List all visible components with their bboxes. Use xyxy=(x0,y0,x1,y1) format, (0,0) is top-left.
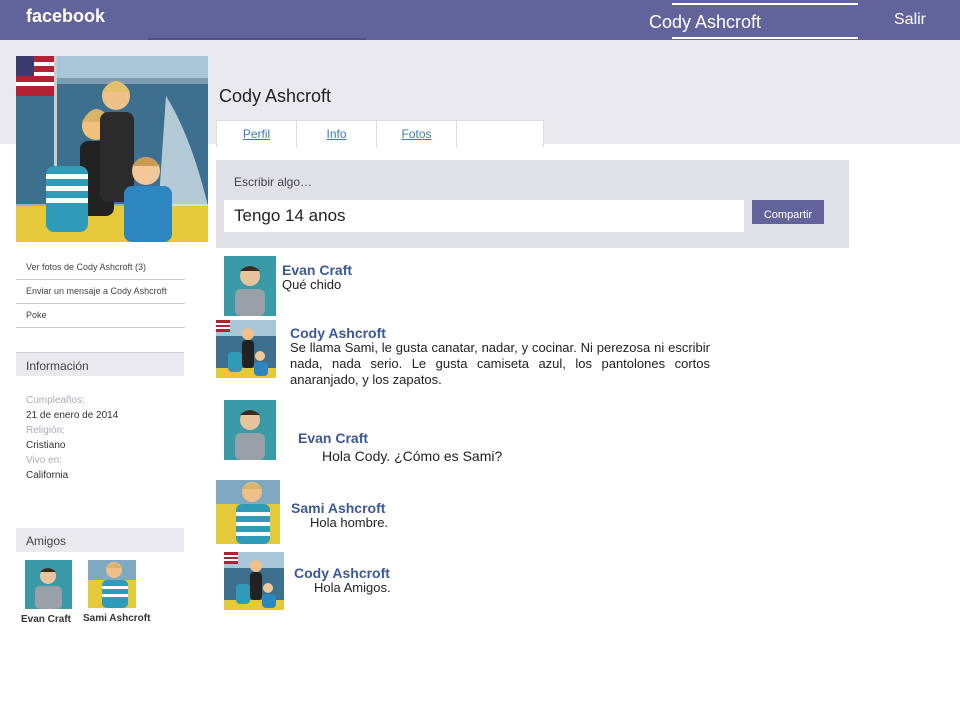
post-avatar[interactable] xyxy=(216,480,280,544)
logout-link[interactable]: Salir xyxy=(894,11,926,29)
info-birthday-value: 21 de enero de 2014 xyxy=(26,410,119,421)
friend-name-evan[interactable]: Evan Craft xyxy=(21,614,71,625)
evan-avatar-image xyxy=(224,256,276,316)
current-user-link[interactable]: Cody Ashcroft xyxy=(649,3,858,39)
post-author[interactable]: Cody Ashcroft xyxy=(294,565,390,581)
post-avatar[interactable] xyxy=(224,256,276,316)
profile-tabs: Perfil Info Fotos xyxy=(216,120,544,148)
view-photos-link[interactable]: Ver fotos de Cody Ashcroft (3) xyxy=(16,256,185,280)
post-text: Se llama Sami, le gusta canatar, nadar, … xyxy=(290,340,710,387)
post-text: Qué chido xyxy=(282,277,342,292)
friend-avatar-evan[interactable] xyxy=(25,560,72,609)
share-button[interactable]: Compartir xyxy=(752,200,824,224)
tab-fotos[interactable]: Fotos xyxy=(377,121,457,148)
status-composer: Escribir algo… Compartir xyxy=(216,160,849,248)
profile-photo-image xyxy=(16,56,208,242)
post-author[interactable]: Evan Craft xyxy=(298,430,368,446)
info-location-value: California xyxy=(26,470,69,481)
evan-avatar-image xyxy=(25,560,72,609)
info-location-label: Vivo en: xyxy=(26,455,62,466)
evan-avatar-image xyxy=(224,400,276,460)
sami-avatar-image xyxy=(88,560,136,608)
profile-name: Cody Ashcroft xyxy=(219,86,332,106)
cody-avatar-image xyxy=(224,552,284,610)
tab-empty[interactable] xyxy=(457,121,543,148)
post-avatar[interactable] xyxy=(224,552,284,610)
current-user-name[interactable]: Cody Ashcroft xyxy=(649,12,761,33)
send-message-link[interactable]: Enviar un mensaje a Cody Ashcroft xyxy=(16,280,185,304)
friend-name-sami[interactable]: Sami Ashcroft xyxy=(83,613,150,624)
tab-info[interactable]: Info xyxy=(297,121,377,148)
tab-perfil[interactable]: Perfil xyxy=(217,121,297,148)
friends-section-header: Amigos xyxy=(16,528,184,552)
sidebar-links: Ver fotos de Cody Ashcroft (3) Enviar un… xyxy=(16,256,185,328)
top-bar: facebook Cody Ashcroft Salir xyxy=(0,0,960,41)
info-religion-label: Religión: xyxy=(26,425,65,436)
composer-label: Escribir algo… xyxy=(234,175,313,189)
friend-avatar-sami[interactable] xyxy=(88,560,136,608)
info-list: Cumpleaños: 21 de enero de 2014 Religión… xyxy=(26,393,118,483)
post-author[interactable]: Cody Ashcroft xyxy=(290,325,386,341)
post-author[interactable]: Sami Ashcroft xyxy=(291,500,385,516)
facebook-logo[interactable]: facebook xyxy=(26,6,105,27)
post-text: Hola hombre. xyxy=(310,515,389,530)
post-text: Hola Cody. ¿Cómo es Sami? xyxy=(322,448,503,464)
info-religion-value: Cristiano xyxy=(26,440,66,451)
status-input[interactable] xyxy=(224,200,744,232)
info-birthday-label: Cumpleaños: xyxy=(26,395,85,406)
poke-link[interactable]: Poke xyxy=(16,304,185,328)
post-author[interactable]: Evan Craft xyxy=(282,262,352,278)
post-avatar[interactable] xyxy=(224,400,276,460)
sami-avatar-image xyxy=(216,480,280,544)
info-section-header: Información xyxy=(16,352,184,376)
profile-photo[interactable] xyxy=(16,56,208,242)
cody-avatar-image xyxy=(216,320,276,378)
post-text: Hola Amigos. xyxy=(314,580,391,595)
post-avatar[interactable] xyxy=(216,320,276,378)
